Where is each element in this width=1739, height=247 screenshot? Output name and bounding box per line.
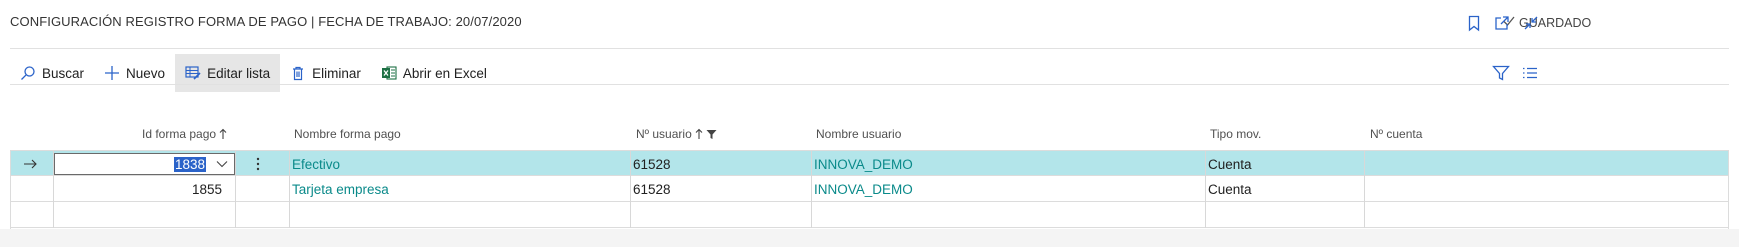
filter-icon[interactable]	[1491, 63, 1511, 83]
user-name-link[interactable]: INNOVA_DEMO	[814, 176, 913, 202]
bookmark-icon[interactable]	[1465, 14, 1483, 32]
table-row[interactable]: 1838 Efectivo 61528 INNOVA_DEMO Cuenta	[10, 150, 1729, 177]
column-label-payment-name: Nombre forma pago	[294, 127, 401, 141]
list-view-icon[interactable]	[1520, 63, 1540, 83]
mov-type-cell: Cuenta	[1208, 156, 1252, 172]
new-label: Nuevo	[126, 65, 166, 81]
table-row[interactable]: 1855 Tarjeta empresa 61528 INNOVA_DEMO C…	[10, 176, 1729, 202]
user-name-link[interactable]: INNOVA_DEMO	[814, 151, 913, 177]
page-header: CONFIGURACIÓN REGISTRO FORMA DE PAGO | F…	[0, 0, 1739, 48]
column-header-user-name[interactable]: Nombre usuario	[816, 127, 901, 141]
trash-icon	[293, 66, 304, 81]
column-label-account-no: Nº cuenta	[1370, 127, 1423, 141]
open-excel-button[interactable]: Abrir en Excel	[371, 54, 497, 92]
user-no-cell: 61528	[633, 156, 671, 172]
payment-name-link[interactable]: Efectivo	[292, 151, 340, 177]
column-header-payment-id[interactable]: Id forma pago	[142, 127, 227, 141]
grid-footer-area	[0, 229, 1739, 247]
search-icon	[21, 66, 35, 80]
more-vertical-icon[interactable]	[256, 151, 260, 177]
action-toolbar: Buscar Nuevo Editar lista Eliminar Abrir…	[10, 54, 497, 92]
payment-id-input[interactable]: 1838	[54, 153, 235, 175]
excel-icon	[381, 66, 397, 80]
column-label-user-no: Nº usuario	[636, 127, 692, 141]
column-label-payment-id: Id forma pago	[142, 127, 217, 141]
column-header-user-no[interactable]: Nº usuario	[636, 127, 717, 141]
arrow-right-icon	[22, 151, 38, 177]
payment-name-link[interactable]: Tarjeta empresa	[292, 176, 389, 202]
open-excel-label: Abrir en Excel	[402, 65, 487, 81]
delete-button[interactable]: Eliminar	[280, 54, 371, 92]
data-table: 1838 Efectivo 61528 INNOVA_DEMO Cuenta 1…	[10, 150, 1729, 228]
user-no-cell: 61528	[633, 181, 671, 197]
edit-list-icon	[185, 66, 201, 80]
funnel-icon	[706, 129, 717, 139]
search-label: Buscar	[42, 65, 85, 81]
mov-type-cell: Cuenta	[1208, 181, 1252, 197]
column-label-mov-type: Tipo mov.	[1210, 127, 1262, 141]
column-header-mov-type[interactable]: Tipo mov.	[1210, 127, 1261, 141]
edit-list-label: Editar lista	[207, 65, 271, 81]
empty-table-row[interactable]	[10, 202, 1729, 228]
collapse-icon[interactable]	[1522, 14, 1540, 32]
search-button[interactable]: Buscar	[10, 54, 94, 92]
plus-icon	[105, 66, 120, 80]
column-label-user-name: Nombre usuario	[816, 127, 902, 141]
new-button[interactable]: Nuevo	[94, 54, 175, 92]
chevron-down-icon[interactable]	[216, 160, 228, 168]
saved-status: GUARDADO	[1502, 14, 1591, 31]
open-new-window-icon[interactable]	[1493, 14, 1511, 32]
payment-id-cell: 1855	[191, 181, 222, 197]
column-header-account-no[interactable]: Nº cuenta	[1370, 127, 1422, 141]
header-divider	[10, 48, 1729, 49]
toolbar-divider	[10, 84, 1729, 85]
page-title: CONFIGURACIÓN REGISTRO FORMA DE PAGO | F…	[10, 14, 522, 29]
delete-label: Eliminar	[312, 65, 361, 81]
sort-up-icon	[695, 128, 703, 139]
payment-id-value: 1838	[173, 156, 206, 172]
column-header-payment-name[interactable]: Nombre forma pago	[294, 127, 401, 141]
edit-list-button[interactable]: Editar lista	[175, 54, 281, 92]
sort-up-icon	[219, 128, 227, 139]
